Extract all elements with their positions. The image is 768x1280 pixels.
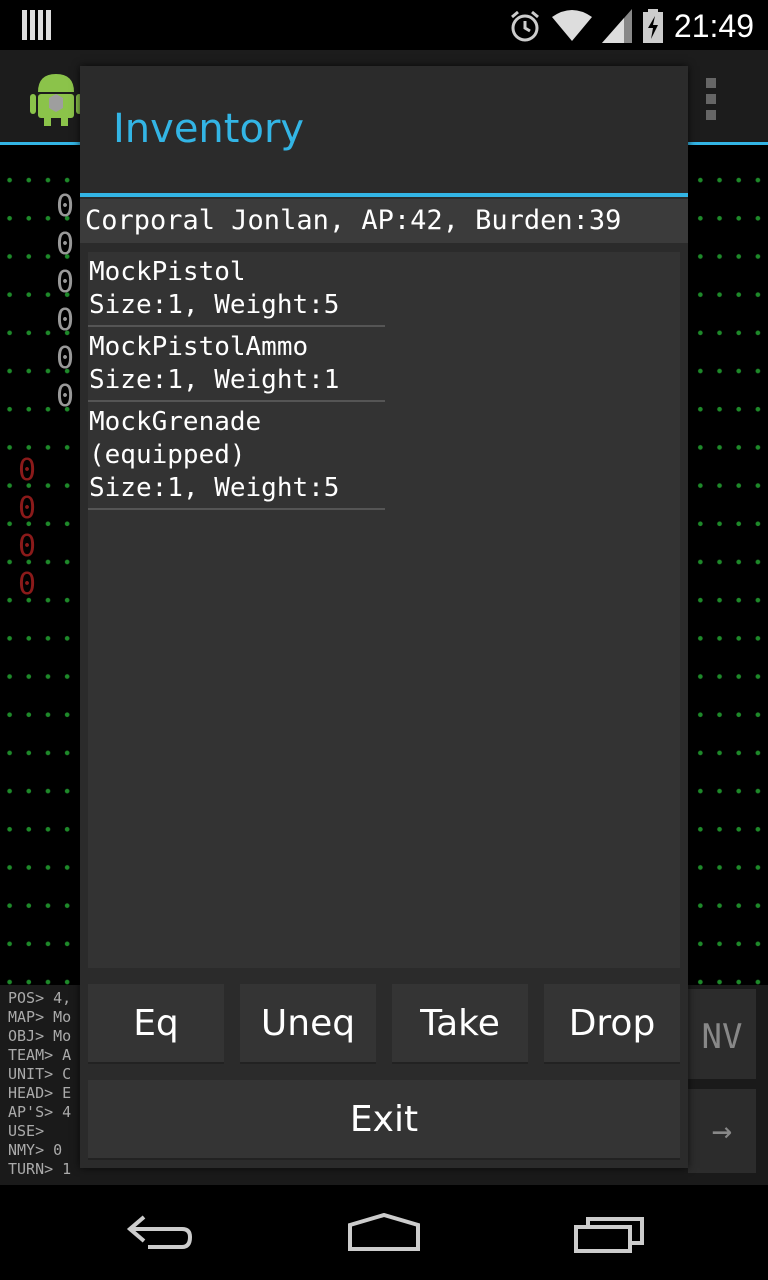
character-header: Corporal Jonlan, AP:42, Burden:39: [80, 199, 688, 243]
title-divider: [80, 193, 688, 197]
enemy-unit: 0: [18, 453, 37, 488]
info-line: USE>: [8, 1122, 45, 1140]
notification-icon: [22, 10, 51, 40]
info-line: UNIT> C: [8, 1065, 72, 1083]
equip-button[interactable]: Eq: [88, 984, 224, 1064]
info-line: HEAD> E: [8, 1084, 72, 1102]
next-arrow-button[interactable]: →: [688, 1089, 756, 1173]
grid-unit: 0: [56, 189, 75, 224]
grid-unit: 0: [56, 303, 75, 338]
overflow-menu-icon: [706, 78, 716, 126]
drop-button[interactable]: Drop: [544, 984, 680, 1064]
item-stats: Size:1, Weight:5: [89, 473, 340, 503]
grid-unit: 0: [56, 265, 75, 300]
app-icon: [30, 74, 82, 126]
info-line: NMY> 0: [8, 1141, 63, 1159]
status-bar: 21:49: [0, 0, 768, 50]
status-icons: 21:49: [508, 6, 754, 46]
item-list[interactable]: MockPistol Size:1, Weight:5 MockPistolAm…: [88, 252, 680, 968]
item-stats: Size:1, Weight:5: [89, 290, 340, 320]
wifi-icon: [551, 10, 592, 41]
grid-unit: 0: [56, 379, 75, 414]
back-icon[interactable]: [124, 1213, 196, 1253]
grid-unit: 0: [56, 341, 75, 376]
clock: 21:49: [673, 7, 754, 44]
info-line: MAP> Mo: [8, 1008, 72, 1026]
grid-unit: 0: [56, 227, 75, 262]
info-line: OBJ> Mo: [8, 1027, 72, 1045]
inv-button[interactable]: NV: [688, 989, 756, 1079]
item-name: MockGrenade: [89, 407, 262, 437]
unequip-button[interactable]: Uneq: [240, 984, 376, 1064]
navigation-bar: [0, 1185, 768, 1280]
exit-button[interactable]: Exit: [88, 1080, 680, 1160]
dialog-title: Inventory: [113, 106, 305, 152]
item-name: MockPistol: [89, 257, 246, 287]
item-status: (equipped): [89, 440, 246, 470]
info-line: POS> 4,: [8, 989, 72, 1007]
info-line: TEAM> A: [8, 1046, 72, 1064]
action-buttons: Eq Uneq Take Drop: [88, 984, 680, 1066]
home-icon[interactable]: [346, 1213, 422, 1253]
item-name: MockPistolAmmo: [89, 332, 309, 362]
info-line: AP'S> 4: [8, 1103, 72, 1121]
list-item[interactable]: MockPistolAmmo Size:1, Weight:1: [88, 327, 385, 402]
inventory-dialog: Inventory Corporal Jonlan, AP:42, Burden…: [80, 66, 688, 1168]
enemy-unit: 0: [18, 567, 37, 602]
item-stats: Size:1, Weight:1: [89, 365, 340, 395]
enemy-unit: 0: [18, 491, 37, 526]
take-button[interactable]: Take: [392, 984, 528, 1064]
battery-charging-icon: [642, 9, 663, 43]
list-item[interactable]: MockGrenade (equipped) Size:1, Weight:5: [88, 402, 385, 510]
enemy-unit: 0: [18, 529, 37, 564]
info-line: TURN> 1: [8, 1160, 72, 1178]
alarm-icon: [510, 10, 539, 42]
signal-icon: [601, 9, 632, 43]
recent-apps-icon[interactable]: [574, 1217, 646, 1253]
list-item[interactable]: MockPistol Size:1, Weight:5: [88, 252, 385, 327]
